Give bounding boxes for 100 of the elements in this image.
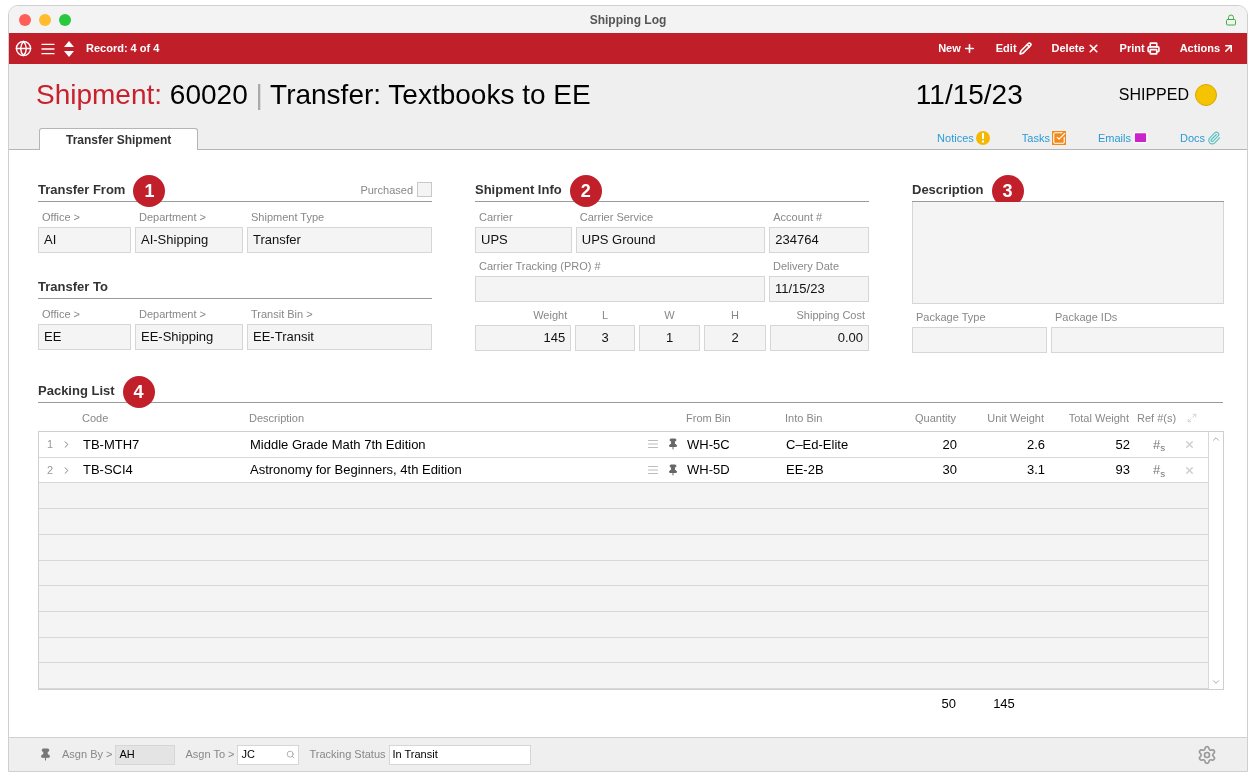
checkbox-label: Purchased [360, 182, 413, 198]
text-field[interactable]: AI [38, 227, 131, 253]
text-field[interactable]: EE-Transit [247, 324, 432, 350]
up-down-icon[interactable] [64, 40, 74, 57]
expand-icon[interactable] [1187, 413, 1197, 423]
field-label: Package Type [915, 310, 987, 325]
scrollbar[interactable] [1208, 432, 1223, 689]
column-header: Description [248, 410, 306, 426]
field-label: Shipment Type [250, 210, 326, 225]
section-title: Packing List [38, 381, 115, 400]
text-field[interactable]: AI-Shipping [135, 227, 243, 253]
quantity-total: 50 [940, 695, 957, 714]
status-label: SHIPPED [1118, 85, 1189, 105]
toolbar-button[interactable]: New [932, 40, 982, 57]
close-button[interactable] [19, 13, 31, 26]
text-field[interactable]: EE [38, 324, 131, 350]
weight-total: 145 [992, 695, 1016, 714]
ref-link[interactable]: #$_{s}$ [1134, 460, 1184, 480]
notes-icon[interactable] [647, 438, 659, 451]
field-label: Transit Bin > [250, 307, 314, 322]
column-header: Unit Weight [986, 410, 1045, 426]
toolbar-button[interactable]: Print [1113, 40, 1166, 57]
text-field[interactable]: 145 [475, 325, 572, 351]
toolbar-button[interactable]: Actions [1173, 40, 1241, 57]
record-title: Shipment: 60020 | Transfer: Textbooks to EE [36, 78, 591, 112]
description-field[interactable] [912, 202, 1224, 304]
field-label: Department > [138, 307, 207, 322]
table-cell-text: 20 [941, 435, 958, 454]
row-number: 2 [45, 462, 55, 478]
ref-link[interactable]: #$_{s}$ [1134, 434, 1184, 455]
field-label: Carrier [478, 210, 514, 225]
field-label: H [730, 308, 740, 323]
text-field[interactable]: In Transit [388, 744, 531, 765]
text-field[interactable] [475, 276, 765, 302]
field-label: Shipping Cost [795, 308, 866, 323]
field-label: W [663, 308, 676, 323]
table-cell-text: 93 [1114, 461, 1131, 480]
globe-icon[interactable] [15, 40, 32, 57]
text-field[interactable]: 3 [575, 325, 635, 351]
column-header: Quantity [914, 410, 957, 426]
number-badge: 1 [133, 175, 166, 207]
text-field[interactable]: Transfer [247, 227, 432, 253]
scroll-down-icon[interactable] [1211, 677, 1221, 687]
paperclip-icon [1207, 130, 1221, 145]
text-field[interactable]: 1 [638, 325, 701, 351]
text-field[interactable]: 234764 [769, 227, 869, 253]
window-title: Shipping Log [589, 11, 667, 29]
record-counter: Record: 4 of 4 [86, 41, 160, 57]
delete-icon[interactable] [1184, 464, 1195, 476]
settings-icon[interactable] [1197, 744, 1217, 765]
text-field[interactable]: UPS Ground [575, 227, 766, 253]
plus-icon [962, 42, 976, 55]
text-field[interactable] [1051, 327, 1224, 353]
notes-icon[interactable] [647, 464, 659, 477]
zoom-button[interactable] [59, 13, 71, 26]
table-cell-text: EE-2B [785, 461, 825, 480]
table-cell-text: WH-5C [686, 435, 731, 454]
table-cell-text: 3.1 [1025, 461, 1046, 480]
text-field[interactable]: 2 [704, 325, 766, 351]
checkbox-icon [1051, 130, 1066, 145]
arrow-icon [1222, 42, 1235, 55]
column-header: From Bin [685, 410, 732, 426]
number-badge: 2 [569, 175, 602, 207]
row-number: 1 [45, 437, 55, 453]
scroll-up-icon[interactable] [1211, 434, 1221, 444]
lookup-field[interactable]: JC [237, 744, 300, 765]
tab[interactable]: Transfer Shipment [39, 128, 199, 150]
text-field[interactable]: AH [115, 744, 176, 765]
field-label: Office > [41, 210, 81, 225]
text-field[interactable] [912, 327, 1047, 353]
checkbox[interactable] [417, 182, 432, 198]
close-icon [1086, 42, 1100, 55]
text-field[interactable]: UPS [475, 227, 572, 253]
alert-icon [975, 130, 990, 145]
text-field[interactable]: EE-Shipping [135, 324, 243, 350]
table-cell-text: WH-5D [686, 461, 731, 480]
toolbar-button[interactable]: Delete [1045, 40, 1106, 57]
field-label: Account # [772, 210, 824, 225]
section-title: Transfer From [38, 180, 126, 199]
text-field[interactable]: 11/15/23 [769, 276, 869, 302]
table-cell-text: C–Ed-Elite [785, 435, 850, 454]
toolbar-button[interactable]: Edit [989, 40, 1038, 57]
pin-icon[interactable] [667, 464, 679, 477]
table-cell-text: TB-SCI4 [82, 461, 134, 480]
field-label: Package IDs [1054, 310, 1119, 325]
section-title: Description [912, 180, 984, 199]
search-icon [286, 750, 296, 759]
text-field[interactable]: 0.00 [769, 325, 869, 351]
field-label: Office > [41, 307, 81, 322]
field-label: Carrier Service [578, 210, 655, 225]
pin-icon[interactable] [667, 438, 679, 451]
pin-icon[interactable] [39, 748, 52, 761]
envelope-icon [1132, 130, 1148, 146]
column-header: Total Weight [1067, 410, 1130, 426]
record-date: 11/15/23 [915, 78, 1023, 112]
field-label: Asgn By > [62, 747, 113, 763]
lock-icon [1225, 13, 1237, 26]
minimize-button[interactable] [39, 13, 51, 26]
section-title: Transfer To [38, 277, 108, 296]
delete-icon[interactable] [1184, 438, 1195, 450]
